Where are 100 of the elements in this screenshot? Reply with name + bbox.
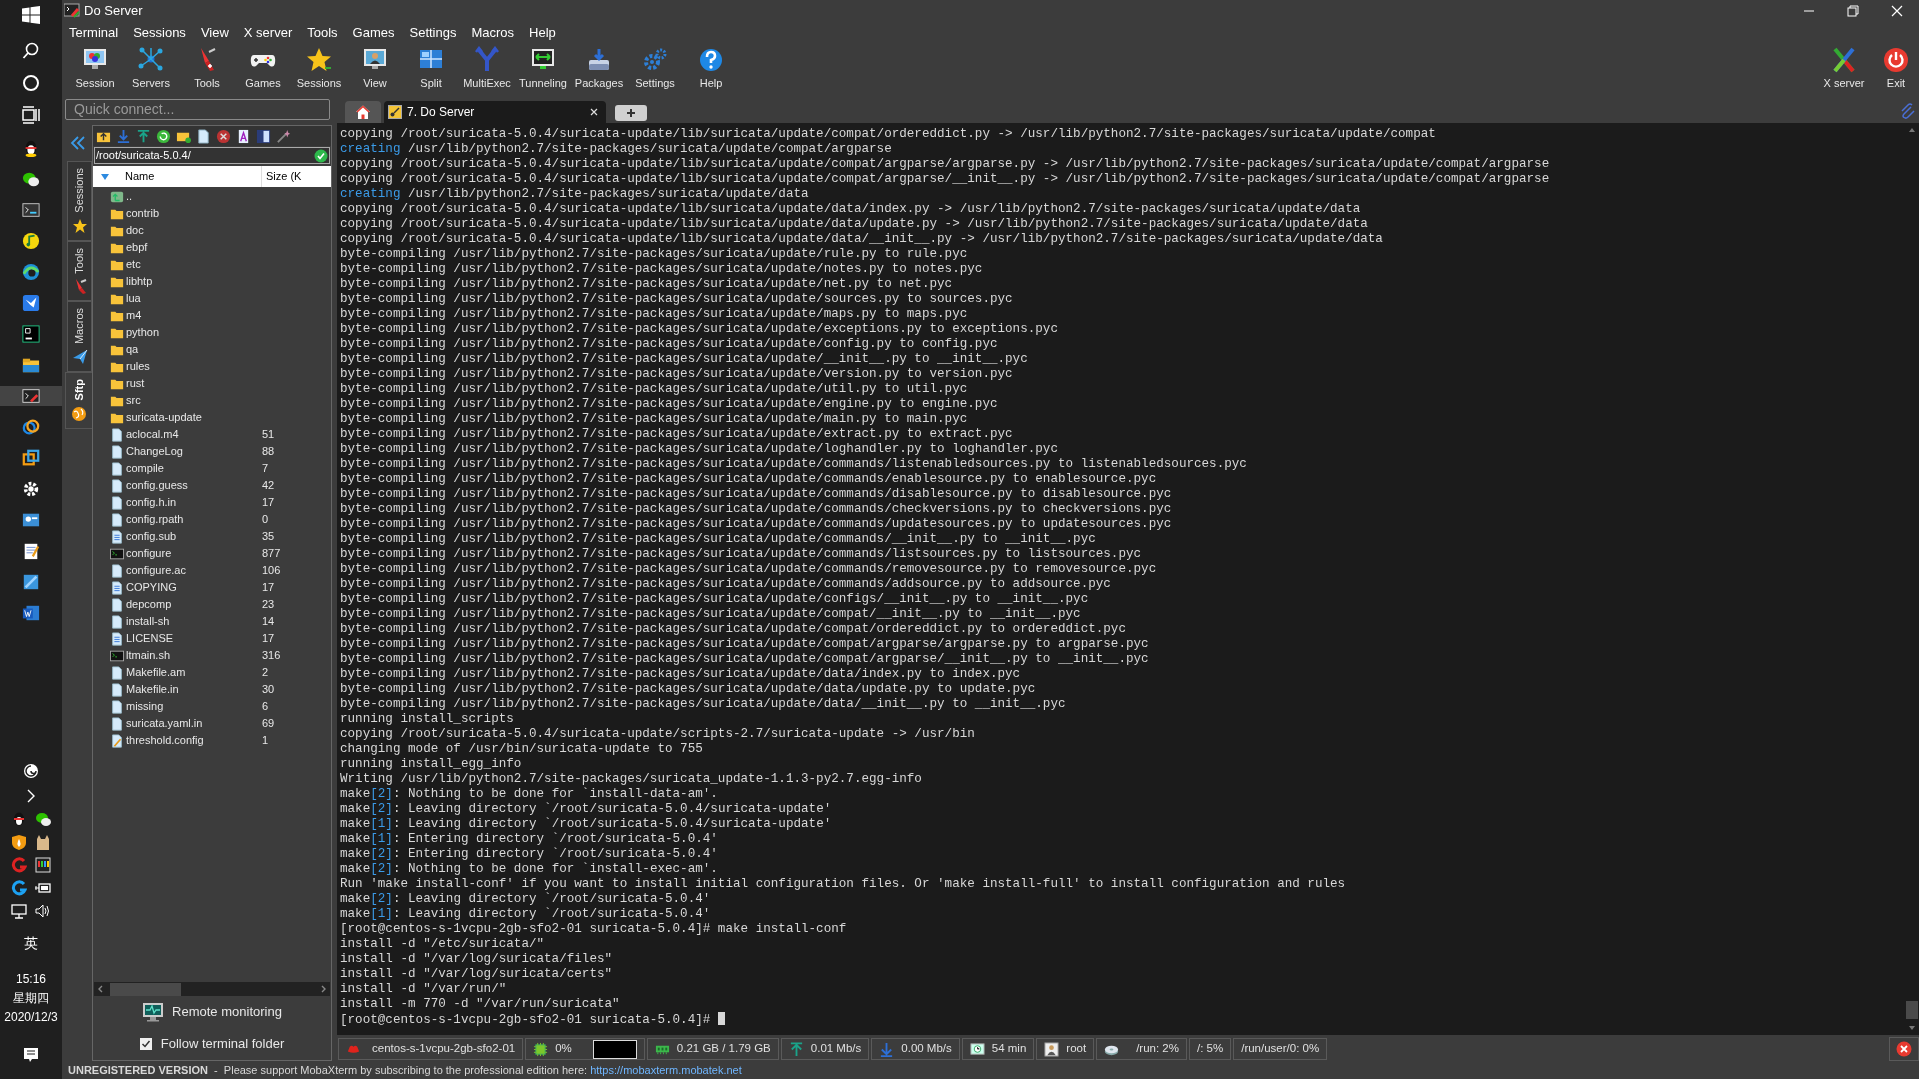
file-name[interactable]: ebpf (126, 239, 261, 256)
upload-icon[interactable] (136, 128, 151, 144)
card-icon[interactable] (22, 511, 40, 529)
close-icon[interactable] (1896, 1041, 1912, 1057)
rings-icon[interactable] (22, 418, 40, 436)
menu-item[interactable]: Terminal (69, 22, 119, 43)
file-name[interactable]: python (126, 324, 261, 341)
swirl-icon[interactable] (23, 763, 39, 779)
toolbar-button[interactable]: Help (683, 43, 739, 95)
scrollbar-thumb[interactable] (110, 982, 181, 996)
file-name[interactable]: qa (126, 341, 261, 358)
toolbar-button[interactable]: MultiExec (459, 43, 515, 95)
clock-date[interactable]: 2020/12/3 (4, 1008, 58, 1027)
menu-item[interactable]: Tools (307, 22, 338, 43)
toolbar-button[interactable]: Packages (571, 43, 627, 95)
chat-icon[interactable] (35, 811, 51, 827)
session-tab[interactable]: 7. Do Server (384, 101, 606, 123)
file-name[interactable]: libhtp (126, 273, 261, 290)
file-icon[interactable] (110, 444, 124, 459)
file-name[interactable]: config.sub (126, 528, 261, 545)
toolbar-button[interactable]: Sessions (291, 43, 347, 95)
g-logo-icon[interactable] (11, 880, 27, 896)
menu-item[interactable]: X server (243, 22, 293, 43)
toolbar-button[interactable]: Exit (1873, 43, 1919, 95)
file-name[interactable]: aclocal.m4 (126, 426, 261, 443)
chat-icon[interactable] (22, 170, 40, 188)
file-name[interactable]: configure.ac (126, 562, 261, 579)
split-view-icon[interactable] (256, 128, 271, 144)
task-view-icon[interactable] (22, 106, 40, 124)
volume-icon[interactable] (35, 903, 51, 919)
g-logo-icon[interactable] (11, 857, 27, 873)
file-name[interactable]: lua (126, 290, 261, 307)
file-name[interactable]: rules (126, 358, 261, 375)
file-icon[interactable] (110, 461, 124, 476)
file-name[interactable]: doc (126, 222, 261, 239)
checkbox-label[interactable]: Follow terminal folder (160, 1034, 285, 1054)
shield-icon[interactable] (11, 834, 27, 850)
file-name[interactable]: threshold.config (126, 732, 261, 749)
pc-icon[interactable] (22, 325, 40, 343)
file-name[interactable]: ltmain.sh (126, 647, 261, 664)
circle-icon[interactable] (22, 74, 40, 92)
text-file-icon[interactable] (110, 580, 124, 595)
file-name[interactable]: contrib (126, 205, 261, 222)
edit-file-icon[interactable] (110, 733, 124, 748)
file-name[interactable]: COPYING (126, 579, 261, 596)
checkmark-icon[interactable] (314, 148, 328, 163)
penguin-icon[interactable] (11, 811, 27, 827)
side-tab[interactable]: Macros (67, 301, 92, 373)
file-icon[interactable] (196, 128, 211, 144)
side-tab[interactable]: Sessions (67, 161, 92, 241)
file-name[interactable]: suricata-update (126, 409, 261, 426)
column-header[interactable]: Name (125, 166, 262, 187)
download-icon[interactable] (116, 128, 131, 144)
remote-monitoring-button[interactable]: Remote monitoring (93, 996, 331, 1028)
text-file-icon[interactable] (236, 128, 251, 144)
terminal-icon[interactable] (110, 546, 124, 561)
input-method-indicator[interactable]: 英 (24, 933, 38, 954)
new-tab-button[interactable] (615, 105, 647, 121)
menu-item[interactable]: Help (529, 22, 556, 43)
side-tab[interactable]: Sftp (65, 372, 92, 429)
parent-folder-icon[interactable] (110, 189, 124, 204)
file-name[interactable]: config.guess (126, 477, 261, 494)
toolbar-button[interactable]: View (347, 43, 403, 95)
text-file-icon[interactable] (110, 529, 124, 544)
music-icon[interactable] (22, 232, 40, 250)
paperclip-icon[interactable] (1899, 102, 1915, 120)
file-name[interactable]: m4 (126, 307, 261, 324)
menu-item[interactable]: Macros (471, 22, 515, 43)
toolbar-button[interactable]: Games (235, 43, 291, 95)
window-icon[interactable] (22, 573, 40, 591)
file-icon[interactable] (110, 427, 124, 442)
file-icon[interactable] (110, 563, 124, 578)
network-icon[interactable] (11, 903, 27, 919)
clock-time[interactable]: 15:16 (15, 970, 46, 989)
menu-item[interactable]: Settings (409, 22, 457, 43)
menu-item[interactable]: Sessions (133, 22, 186, 43)
chevron-right-icon[interactable] (26, 789, 36, 803)
home-tab[interactable] (345, 101, 381, 123)
quick-connect-field[interactable]: Quick connect... (65, 99, 330, 120)
squares-icon[interactable] (22, 449, 40, 467)
file-icon[interactable] (110, 665, 124, 680)
website-link[interactable]: https://mobaxterm.mobatek.net (590, 1061, 742, 1079)
terminal-icon[interactable] (22, 201, 40, 219)
sort-arrow-icon[interactable] (100, 172, 110, 181)
file-name[interactable]: .. (126, 188, 261, 205)
file-name[interactable]: LICENSE (126, 630, 261, 647)
cat-icon[interactable] (35, 834, 51, 850)
terminal-icon[interactable] (22, 387, 40, 405)
windows-icon[interactable] (22, 6, 40, 24)
file-icon[interactable] (110, 614, 124, 629)
file-name[interactable]: missing (126, 698, 261, 715)
toolbar-button[interactable]: Tunneling (515, 43, 571, 95)
notification-icon[interactable] (23, 1047, 39, 1063)
file-icon[interactable] (110, 682, 124, 697)
text-file-icon[interactable] (110, 631, 124, 646)
side-tab[interactable]: Tools (67, 240, 92, 302)
scrollbar-thumb[interactable] (1906, 1001, 1918, 1019)
file-name[interactable]: Makefile.am (126, 664, 261, 681)
menu-item[interactable]: View (200, 22, 229, 43)
toolbar-button[interactable]: Settings (627, 43, 683, 95)
